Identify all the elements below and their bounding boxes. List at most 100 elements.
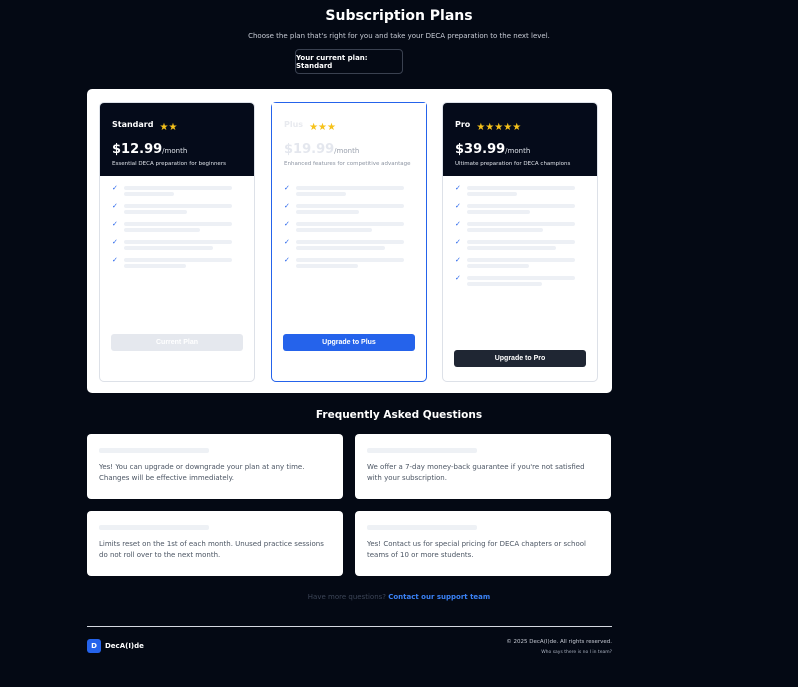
star-icon: ★	[476, 122, 486, 133]
plan-period: /month	[505, 147, 531, 155]
check-icon: ✓	[284, 256, 290, 264]
feature-item: ✓	[455, 257, 585, 268]
feature-text-placeholder	[123, 221, 232, 232]
plan-description: Enhanced features for competitive advant…	[284, 161, 411, 167]
page-title: Subscription Plans	[325, 8, 473, 24]
star-rating: ★★★	[309, 115, 336, 134]
upgrade-to-pro-button[interactable]: Upgrade to Pro	[454, 350, 586, 367]
star-rating: ★★	[159, 115, 177, 134]
check-icon: ✓	[455, 238, 461, 246]
faq-question-placeholder	[99, 525, 209, 530]
feature-list: ✓ ✓ ✓ ✓ ✓	[100, 176, 254, 268]
check-icon: ✓	[284, 238, 290, 246]
contact-support-link[interactable]: Contact our support team	[388, 593, 490, 601]
plan-card-standard: Standard ★★ $12.99 /month Essential DECA…	[99, 102, 255, 382]
check-icon: ✓	[112, 202, 118, 210]
feature-text-placeholder	[466, 275, 575, 286]
check-icon: ✓	[112, 238, 118, 246]
feature-text-placeholder	[295, 239, 404, 250]
faq-item: Yes! Contact us for special pricing for …	[355, 511, 611, 576]
brand-name: DecA(I)de	[105, 642, 144, 650]
footer-divider	[87, 626, 612, 627]
feature-text-placeholder	[466, 203, 575, 214]
faq-title: Frequently Asked Questions	[315, 409, 483, 421]
plan-header: Pro ★★★★★ $39.99 /month Ultimate prepara…	[443, 103, 597, 176]
feature-item: ✓	[284, 221, 414, 232]
plan-name: Standard	[112, 120, 154, 129]
check-icon: ✓	[455, 184, 461, 192]
check-icon: ✓	[112, 256, 118, 264]
star-icon: ★	[327, 122, 336, 133]
star-icon: ★	[503, 122, 513, 133]
star-icon: ★	[168, 122, 178, 133]
current-plan-badge: Your current plan: Standard	[295, 49, 403, 74]
check-icon: ✓	[455, 274, 461, 282]
feature-text-placeholder	[295, 221, 404, 232]
star-rating: ★★★★★	[476, 115, 521, 134]
feature-text-placeholder	[123, 257, 232, 268]
feature-item: ✓	[284, 257, 414, 268]
footer-logo[interactable]: D DecA(I)de	[87, 639, 144, 653]
faq-item: We offer a 7-day money-back guarantee if…	[355, 434, 611, 499]
feature-text-placeholder	[466, 185, 575, 196]
plan-card-plus: MOST POPULAR Plus ★★★ $19.99 /month Enha…	[271, 102, 427, 382]
check-icon: ✓	[455, 202, 461, 210]
plan-price: $12.99	[112, 142, 163, 157]
plan-price: $19.99	[284, 142, 335, 157]
plan-name: Plus	[284, 120, 304, 129]
check-icon: ✓	[284, 202, 290, 210]
feature-item: ✓	[455, 275, 585, 286]
feature-text-placeholder	[123, 185, 232, 196]
star-icon: ★	[494, 122, 504, 133]
feature-text-placeholder	[123, 203, 232, 214]
feature-item: ✓	[455, 185, 585, 196]
feature-text-placeholder	[295, 203, 404, 214]
feature-item: ✓	[112, 239, 242, 250]
current-plan-button[interactable]: Current Plan	[111, 334, 243, 351]
feature-item: ✓	[112, 257, 242, 268]
logo-icon: D	[87, 639, 101, 653]
plan-description: Essential DECA preparation for beginners	[112, 161, 226, 167]
check-icon: ✓	[455, 256, 461, 264]
check-icon: ✓	[455, 220, 461, 228]
feature-item: ✓	[284, 203, 414, 214]
faq-question-placeholder	[367, 448, 477, 453]
copyright: © 2025 DecA(I)de. All rights reserved.	[506, 639, 612, 645]
feature-text-placeholder	[123, 239, 232, 250]
feature-list: ✓ ✓ ✓ ✓ ✓ ✓	[443, 176, 597, 286]
faq-answer: We offer a 7-day money-back guarantee if…	[367, 463, 585, 482]
feature-text-placeholder	[466, 239, 575, 250]
faq-answer: Yes! Contact us for special pricing for …	[367, 540, 586, 559]
faq-question-placeholder	[367, 525, 477, 530]
feature-text-placeholder	[466, 257, 575, 268]
plan-header: Standard ★★ $12.99 /month Essential DECA…	[100, 103, 254, 176]
plan-card-pro: Pro ★★★★★ $39.99 /month Ultimate prepara…	[442, 102, 598, 382]
feature-item: ✓	[284, 185, 414, 196]
star-icon: ★	[512, 122, 522, 133]
feature-text-placeholder	[295, 185, 404, 196]
feature-item: ✓	[112, 185, 242, 196]
faq-answer: Yes! You can upgrade or downgrade your p…	[99, 463, 305, 482]
star-icon: ★	[485, 122, 495, 133]
feature-item: ✓	[112, 203, 242, 214]
faq-item: Limits reset on the 1st of each month. U…	[87, 511, 343, 576]
plan-name: Pro	[455, 120, 471, 129]
check-icon: ✓	[284, 220, 290, 228]
plan-period: /month	[162, 147, 188, 155]
faq-item: Yes! You can upgrade or downgrade your p…	[87, 434, 343, 499]
check-icon: ✓	[284, 184, 290, 192]
tagline: Who says there is no I in team?	[541, 650, 612, 655]
feature-item: ✓	[455, 203, 585, 214]
plan-period: /month	[334, 147, 360, 155]
plans-panel: Standard ★★ $12.99 /month Essential DECA…	[87, 89, 612, 393]
faq-question-placeholder	[99, 448, 209, 453]
support-prefix: Have more questions?	[307, 593, 386, 601]
star-icon: ★	[318, 122, 327, 133]
page-subtitle: Choose the plan that's right for you and…	[248, 32, 550, 40]
plan-header: Plus ★★★ $19.99 /month Enhanced features…	[272, 103, 426, 176]
check-icon: ✓	[112, 220, 118, 228]
support-prompt: Have more questions? Contact our support…	[0, 593, 798, 601]
feature-text-placeholder	[295, 257, 404, 268]
upgrade-to-plus-button[interactable]: Upgrade to Plus	[283, 334, 415, 351]
feature-text-placeholder	[466, 221, 575, 232]
